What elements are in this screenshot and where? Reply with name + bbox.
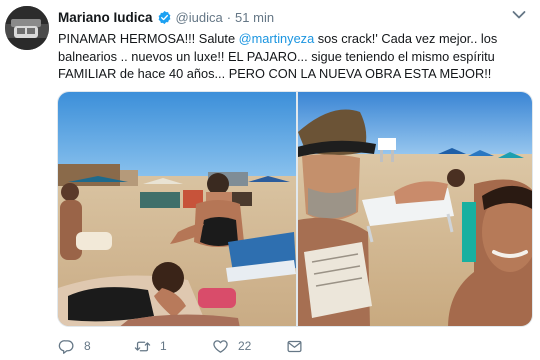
chevron-down-icon[interactable]	[512, 10, 526, 20]
retweet-icon	[134, 341, 151, 351]
like-button[interactable]: 22	[212, 338, 251, 355]
tweet-text-part-1: PINAMAR HERMOSA!!! Salute	[58, 31, 239, 46]
photo-beach-family[interactable]	[58, 92, 296, 326]
separator-dot: ·	[226, 9, 232, 25]
verified-badge-icon	[158, 10, 170, 24]
direct-message-icon	[287, 340, 302, 352]
reply-count: 8	[84, 339, 91, 353]
photo-selfie-hat[interactable]	[298, 92, 532, 326]
retweet-count: 1	[160, 339, 167, 353]
tweet-timestamp[interactable]: 51 min	[235, 10, 274, 25]
author-handle[interactable]: @iudica	[176, 10, 223, 25]
tweet-card[interactable]: Mariano Iudica @iudica · 51 min PINAMAR …	[0, 0, 540, 360]
avatar[interactable]	[5, 6, 49, 50]
direct-message-button[interactable]	[286, 338, 303, 355]
reply-button[interactable]: 8	[58, 338, 91, 355]
author-display-name[interactable]: Mariano Iudica	[58, 10, 153, 25]
heart-icon	[213, 339, 228, 353]
tweet-header: Mariano Iudica @iudica · 51 min	[58, 8, 274, 26]
mention-link[interactable]: @martinyeza	[239, 31, 315, 46]
like-count: 22	[238, 339, 252, 353]
media-gallery	[57, 91, 533, 327]
tweet-text: PINAMAR HERMOSA!!! Salute @martinyeza so…	[58, 30, 528, 83]
retweet-button[interactable]: 1	[134, 338, 167, 355]
reply-icon	[58, 339, 74, 354]
